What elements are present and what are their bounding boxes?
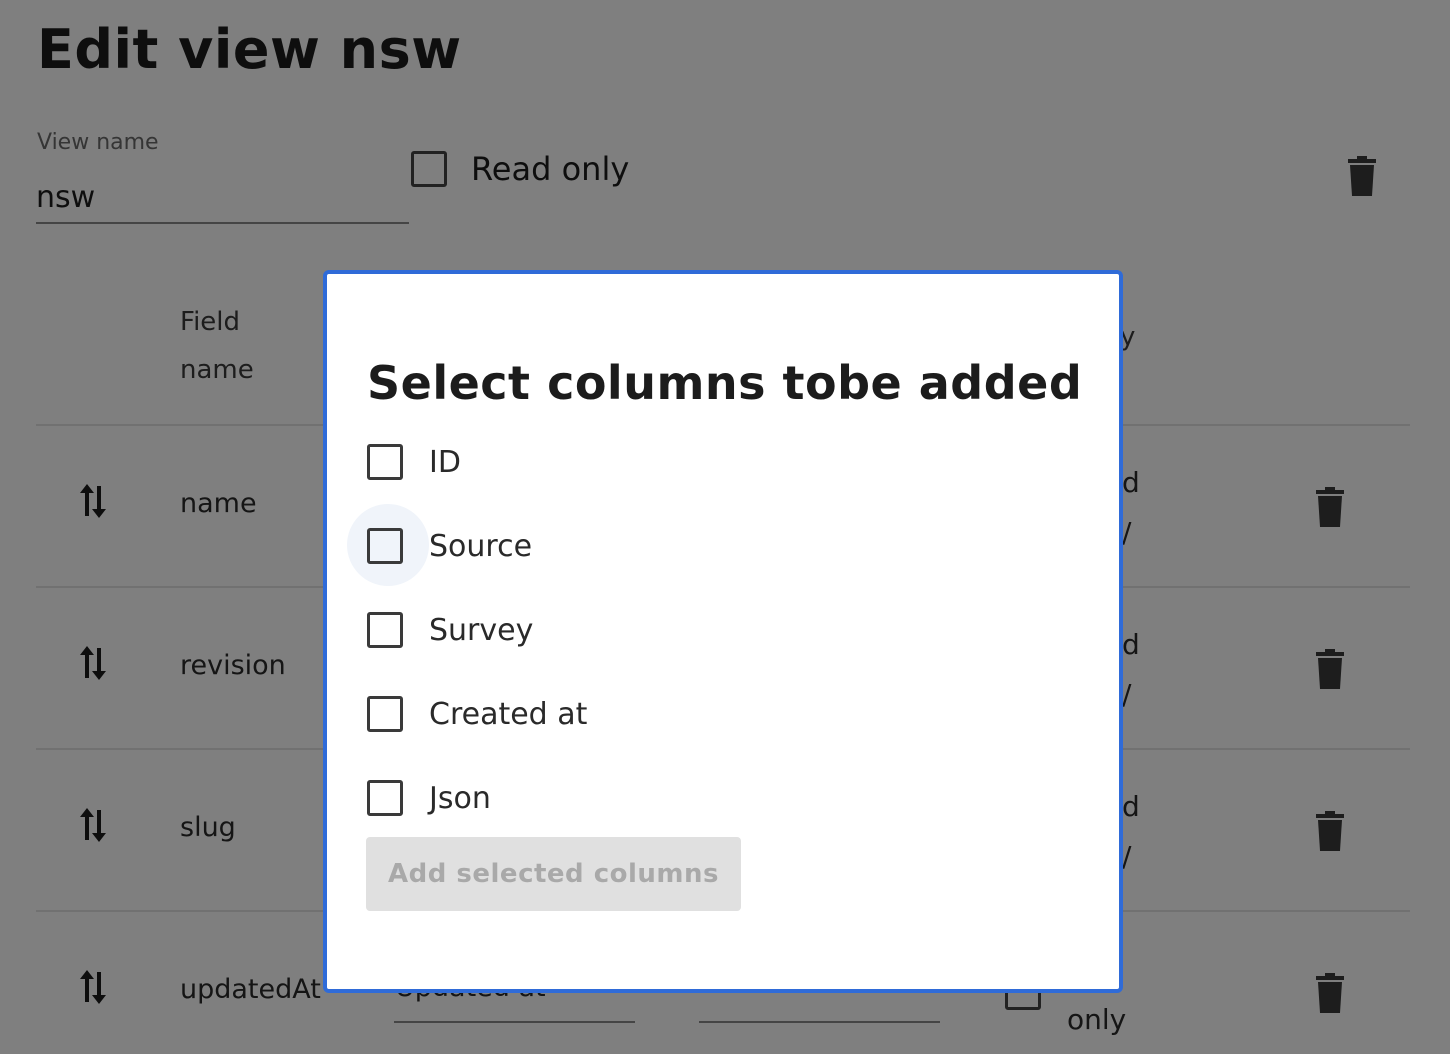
option-id[interactable]: ID — [367, 442, 461, 482]
option-checkbox[interactable] — [367, 780, 403, 816]
option-label: Json — [429, 780, 491, 816]
option-label: Source — [429, 528, 533, 564]
option-label: Created at — [429, 696, 588, 732]
select-columns-dialog: Select columns tobe added ID Source Surv… — [323, 270, 1123, 993]
option-checkbox[interactable] — [367, 612, 403, 648]
option-label: ID — [429, 444, 461, 480]
option-created-at[interactable]: Created at — [367, 694, 587, 734]
option-checkbox[interactable] — [367, 696, 403, 732]
option-survey[interactable]: Survey — [367, 610, 533, 650]
option-source[interactable]: Source — [367, 526, 532, 566]
option-checkbox[interactable] — [367, 444, 403, 480]
dialog-title: Select columns tobe added — [367, 356, 1083, 410]
option-checkbox[interactable] — [367, 528, 403, 564]
option-label: Survey — [429, 612, 534, 648]
option-json[interactable]: Json — [367, 778, 491, 818]
add-selected-columns-button[interactable]: Add selected columns — [366, 837, 741, 911]
edit-view-page: Edit view nsw View name Read only Field … — [0, 0, 1450, 1054]
